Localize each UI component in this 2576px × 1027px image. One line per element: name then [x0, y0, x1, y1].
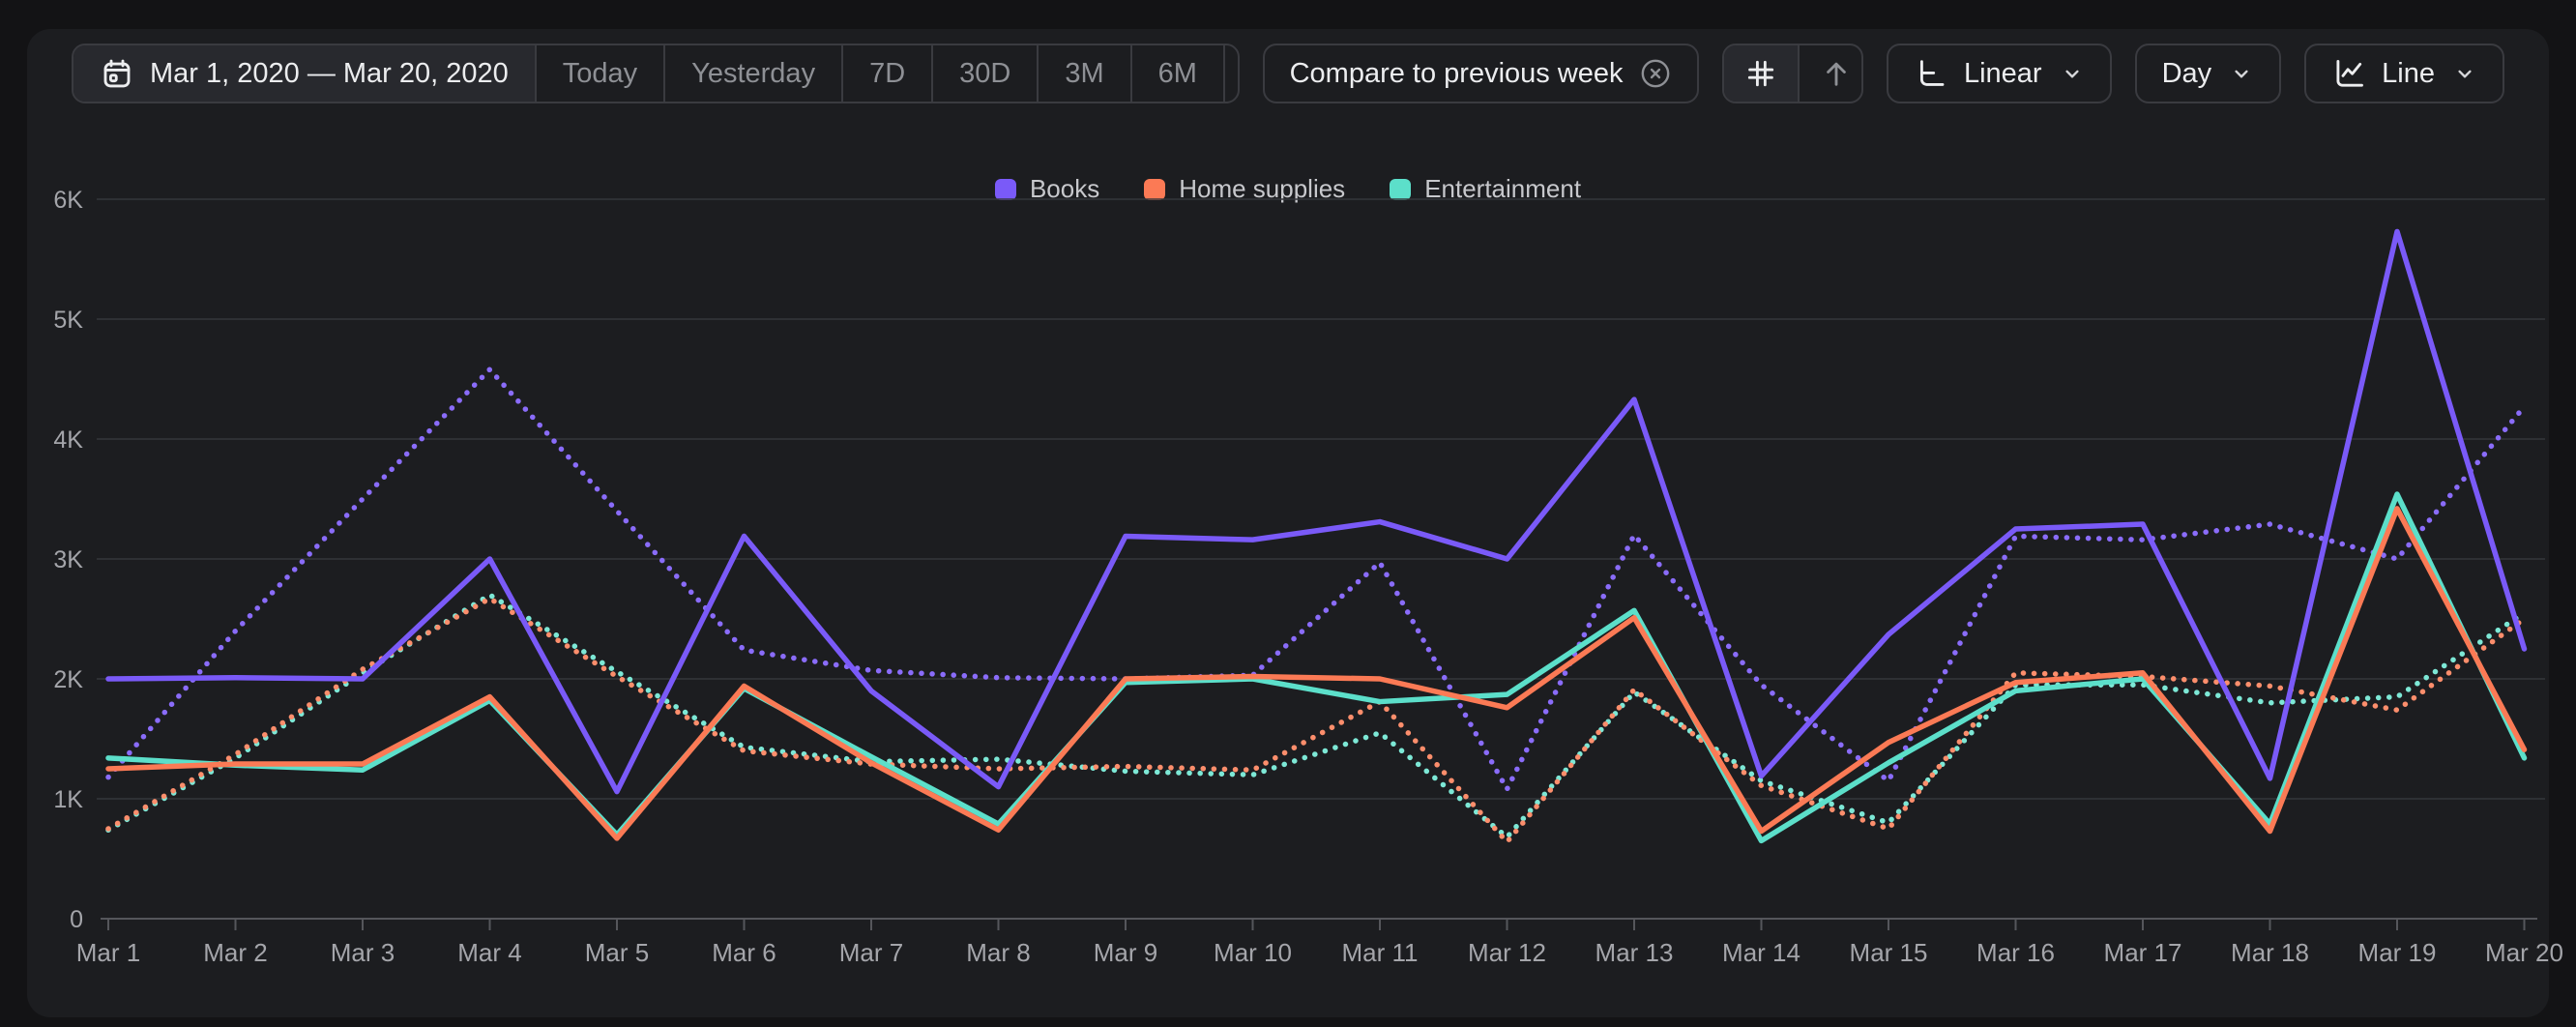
x-axis-label: Mar 15: [1850, 938, 1928, 967]
x-axis-label: Mar 14: [1722, 938, 1800, 967]
x-axis-label: Mar 1: [76, 938, 140, 967]
x-axis-label: Mar 19: [2358, 938, 2437, 967]
x-axis-label: Mar 18: [2231, 938, 2309, 967]
page: Mar 1, 2020 — Mar 20, 2020 Today Yesterd…: [0, 0, 2576, 1027]
series-line-home-supplies-previous-week: [108, 599, 2525, 842]
x-axis-label: Mar 4: [457, 938, 521, 967]
x-axis-label: Mar 17: [2104, 938, 2182, 967]
x-axis-label: Mar 10: [1214, 938, 1292, 967]
series-line-entertainment-previous-week: [108, 595, 2525, 836]
x-axis-label: Mar 11: [1342, 938, 1419, 967]
x-axis-label: Mar 8: [966, 938, 1030, 967]
y-axis-label: 2K: [53, 666, 83, 693]
y-axis-label: 4K: [53, 426, 83, 454]
y-axis-label: 3K: [53, 546, 83, 573]
chart-canvas[interactable]: 0 1K 2K 3K 4K 5K 6K Mar 1 Mar 2 Mar 3 Mar 4 Mar 5 Ma…: [0, 0, 2576, 1027]
x-axis-label: Mar 9: [1094, 938, 1157, 967]
y-axis-label: 0: [70, 906, 83, 933]
x-axis-label: Mar 6: [712, 938, 776, 967]
x-axis-label: Mar 2: [203, 938, 267, 967]
y-axis-label: 5K: [53, 307, 83, 334]
x-axis-label: Mar 13: [1595, 938, 1674, 967]
x-axis-label: Mar 16: [1976, 938, 2055, 967]
x-axis-label: Mar 3: [331, 938, 395, 967]
x-axis-label: Mar 20: [2485, 938, 2563, 967]
series-line-entertainment: [108, 494, 2525, 840]
x-axis-label: Mar 5: [585, 938, 649, 967]
x-axis-label: Mar 7: [839, 938, 903, 967]
y-axis-label: 6K: [53, 187, 83, 214]
y-axis-label: 1K: [53, 786, 83, 813]
x-axis-label: Mar 12: [1468, 938, 1546, 967]
